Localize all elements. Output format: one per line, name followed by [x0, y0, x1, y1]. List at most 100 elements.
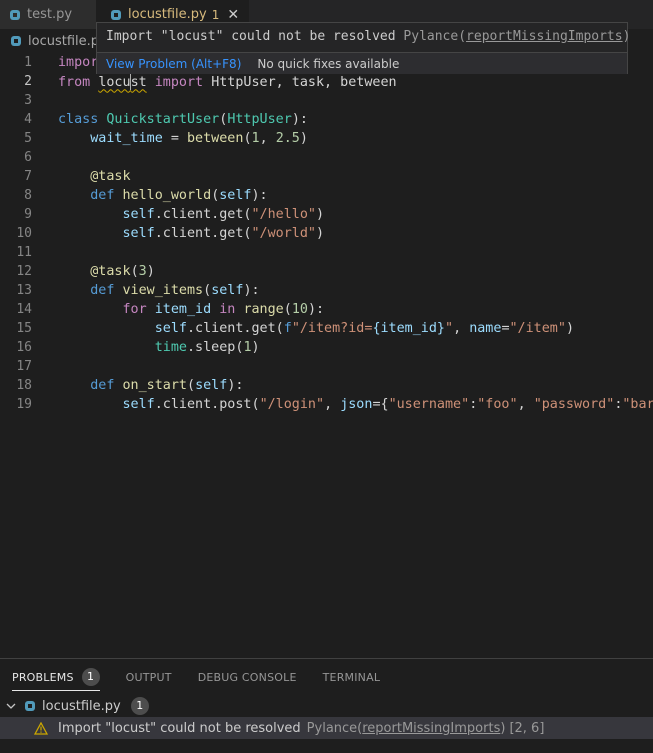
code-line: 9 self.client.get("/hello")	[0, 205, 653, 224]
line-number: 14	[16, 302, 32, 317]
code-line: 11	[0, 243, 653, 262]
tab-label: test.py	[27, 7, 73, 22]
code-token: "foo"	[477, 397, 518, 412]
code-line: 18 def on_start(self):	[0, 376, 653, 395]
code-token: between	[187, 131, 244, 146]
line-number: 13	[16, 283, 32, 298]
code-token: def	[90, 283, 115, 298]
code-token: self	[211, 283, 244, 298]
code-token: locu	[98, 74, 131, 90]
code-token: .client.post(	[154, 397, 260, 412]
line-number: 12	[16, 264, 32, 279]
code-token: )	[565, 321, 574, 336]
tab-problem-count: 1	[211, 7, 220, 22]
problem-rule-link[interactable]: reportMissingImports	[362, 721, 500, 736]
code-editor[interactable]: 1 impor 2 from locust import HttpUser, t…	[0, 53, 653, 658]
code-line: 13 def view_items(self):	[0, 281, 653, 300]
no-quick-fixes-text: No quick fixes available	[257, 56, 400, 71]
problems-file-name: locustfile.py	[42, 698, 121, 714]
hover-actions: View Problem (Alt+F8) No quick fixes ava…	[97, 52, 627, 74]
file-problem-count: 1	[130, 697, 149, 715]
code-token: "/login"	[259, 397, 325, 412]
tab-debug-console[interactable]: DEBUG CONSOLE	[198, 659, 297, 695]
chevron-down-icon[interactable]	[6, 701, 16, 711]
line-number: 18	[16, 378, 32, 393]
problems-file-row[interactable]: locustfile.py 1	[0, 695, 653, 717]
line-number: 1	[24, 55, 32, 70]
close-icon[interactable]: ✕	[227, 7, 239, 23]
line-number: 2	[24, 74, 32, 89]
code-token: json	[340, 397, 373, 412]
hover-rule-link[interactable]: reportMissingImports	[466, 29, 623, 44]
code-token: import	[154, 74, 204, 90]
problem-source: Pylance	[306, 720, 358, 736]
code-token: st	[130, 74, 147, 90]
code-line: 7 @task	[0, 167, 653, 186]
tab-output[interactable]: OUTPUT	[126, 659, 172, 695]
code-line: 4 class QuickstartUser(HttpUser):	[0, 110, 653, 129]
code-token: QuickstartUser	[106, 112, 220, 127]
code-token: 3	[138, 264, 147, 279]
code-token: "/item"	[509, 321, 566, 336]
code-token: self	[122, 397, 155, 412]
code-token: ):	[251, 188, 268, 203]
problem-hover-popup: Import "locust" could not be resolved Py…	[96, 22, 631, 74]
code-token: {item_id}	[372, 321, 445, 336]
code-token: range	[243, 302, 284, 317]
code-line: 2 from locust import HttpUser, task, bet…	[0, 72, 653, 91]
code-token: "/world"	[251, 226, 317, 241]
code-token: @task	[90, 264, 131, 279]
code-token: HttpUser	[227, 112, 292, 127]
code-token: on_start	[122, 378, 188, 393]
code-token: self	[122, 226, 155, 241]
code-token: self	[154, 321, 187, 336]
tab-test-py[interactable]: test.py	[0, 0, 96, 29]
code-token: class	[58, 112, 99, 127]
problem-message: Import "locust" could not be resolved	[58, 720, 301, 736]
python-file-icon	[111, 9, 121, 20]
code-token: time	[154, 340, 187, 355]
code-token: "bar"	[622, 397, 653, 412]
code-line: 5 wait_time = between(1, 2.5)	[0, 129, 653, 148]
line-number: 19	[16, 397, 32, 412]
code-line: 6	[0, 148, 653, 167]
line-number: 15	[16, 321, 32, 336]
code-token: self	[122, 207, 155, 222]
problems-count-badge: 1	[81, 668, 100, 686]
unresolved-import[interactable]: locust	[98, 73, 147, 90]
code-token: "	[445, 321, 454, 336]
line-number: 3	[24, 93, 32, 108]
line-number: 7	[24, 169, 32, 184]
code-token: @task	[90, 169, 131, 184]
code-token: def	[90, 378, 115, 393]
breadcrumb-file[interactable]: locustfile.py	[28, 34, 107, 49]
code-token: ):	[243, 283, 260, 298]
tab-label: TERMINAL	[322, 670, 381, 684]
tab-label: OUTPUT	[125, 670, 172, 684]
warning-icon	[34, 721, 48, 735]
tab-problems[interactable]: PROBLEMS 1	[12, 659, 100, 695]
problem-item[interactable]: Import "locust" could not be resolved Py…	[0, 717, 653, 739]
hover-source: Pylance	[403, 29, 459, 44]
view-problem-link[interactable]: View Problem (Alt+F8)	[106, 57, 241, 71]
line-number: 10	[16, 226, 32, 241]
code-token: "/item?id=	[291, 321, 373, 336]
code-line: 17	[0, 357, 653, 376]
line-number: 4	[24, 112, 32, 127]
code-token: ):	[291, 112, 308, 127]
tab-terminal[interactable]: TERMINAL	[323, 659, 381, 695]
code-token: HttpUser, task, between	[211, 74, 397, 90]
code-token: .client.get(	[154, 226, 252, 241]
line-number: 17	[16, 359, 32, 374]
code-token: .client.get(	[187, 321, 284, 336]
code-line: 14 for item_id in range(10):	[0, 300, 653, 319]
hover-message: Import "locust" could not be resolved Py…	[106, 29, 631, 44]
bottom-panel: PROBLEMS 1 OUTPUT DEBUG CONSOLE TERMINAL…	[0, 658, 653, 753]
code-token: hello_world	[122, 188, 212, 203]
code-token: 1	[243, 340, 252, 355]
line-number: 5	[24, 131, 32, 146]
line-number: 8	[24, 188, 32, 203]
line-number: 11	[16, 245, 32, 260]
code-token: self	[195, 378, 228, 393]
code-token: ):	[227, 378, 244, 393]
